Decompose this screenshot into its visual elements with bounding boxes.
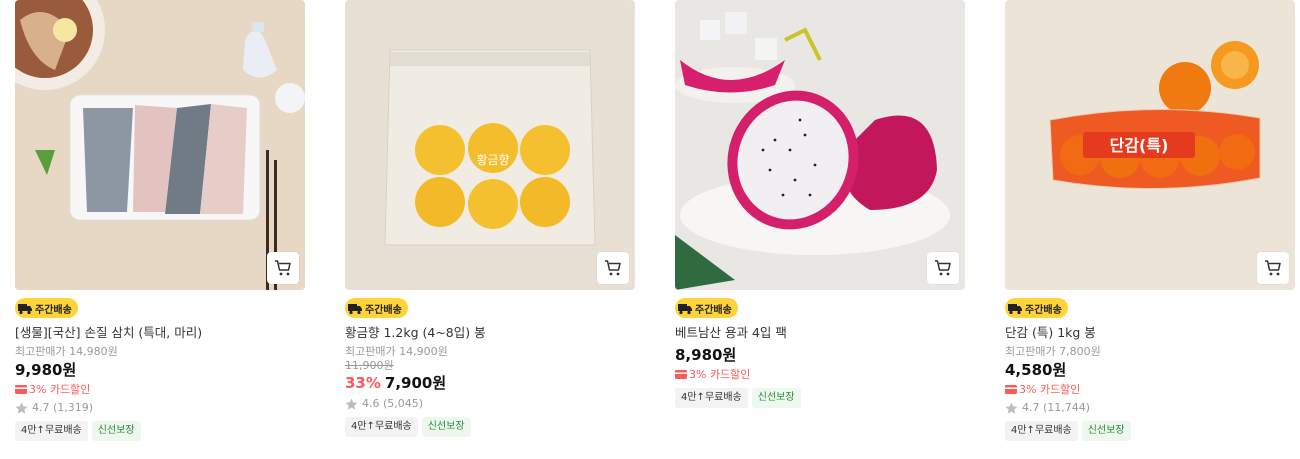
product-card[interactable]: 주간배송 [생물][국산] 손질 삼치 (특대, 마리) 최고판매가 14,98… [15,0,305,441]
free-shipping-tag: 4만↑무료배송 [15,421,88,441]
credit-card-icon [675,370,687,379]
tag-list: 4만↑무료배송 신선보장 [675,388,965,408]
card-discount-label: 3% 카드할인 [689,368,751,381]
original-price: 11,900원 [345,359,394,372]
product-name[interactable]: 베트남산 용과 4입 팩 [675,325,965,341]
product-image[interactable] [675,0,965,290]
bag-label-text: 황금향 [476,153,509,167]
product-photo: 단감(특) [1005,0,1295,290]
weekly-delivery-badge: 주간배송 [1005,298,1068,318]
badge-label: 주간배송 [1025,304,1062,316]
credit-card-icon [1005,385,1017,394]
product-photo [15,0,305,290]
tag-list: 4만↑무료배송 신선보장 [1005,421,1295,441]
fresh-guarantee-tag: 신선보장 [1081,421,1131,441]
badge-label: 주간배송 [365,304,402,316]
truck-icon [348,304,362,315]
product-photo [675,0,965,290]
fresh-guarantee-tag: 신선보장 [91,421,141,441]
product-grid: 주간배송 [생물][국산] 손질 삼치 (특대, 마리) 최고판매가 14,98… [0,0,1300,459]
tag-list: 4만↑무료배송 신선보장 [345,417,635,437]
price: 33% 7,900원 [345,373,635,393]
weekly-delivery-badge: 주간배송 [675,298,738,318]
fresh-guarantee-tag: 신선보장 [751,388,801,408]
cart-icon [935,260,951,276]
star-icon [1005,402,1018,414]
add-to-cart-button[interactable] [267,252,299,284]
rating: 4.7 (1,319) [15,401,305,415]
rating: 4.7 (11,744) [1005,401,1295,415]
product-card[interactable]: 주간배송 베트남산 용과 4입 팩 8,980원 3% 카드할인 4만↑무료배송… [675,0,965,408]
card-discount: 3% 카드할인 [1005,382,1295,397]
sale-price: 8,980원 [675,346,737,364]
weekly-delivery-badge: 주간배송 [15,298,78,318]
add-to-cart-button[interactable] [927,252,959,284]
bag-label-text: 단감(특) [1110,136,1169,155]
card-discount: 3% 카드할인 [675,367,965,382]
reference-price: 최고판매가 14,980원 [15,345,118,358]
price: 9,980원 [15,360,305,380]
truck-icon [18,304,32,315]
card-discount: 3% 카드할인 [15,382,305,397]
product-name[interactable]: [생물][국산] 손질 삼치 (특대, 마리) [15,325,305,341]
sale-price: 4,580원 [1005,361,1067,379]
product-name[interactable]: 단감 (특) 1kg 봉 [1005,325,1295,341]
truck-icon [1008,304,1022,315]
product-name[interactable]: 황금향 1.2kg (4~8입) 봉 [345,325,635,341]
reference-price: 최고판매가 7,800원 [1005,345,1101,358]
star-icon [15,402,28,414]
credit-card-icon [15,385,27,394]
badge-label: 주간배송 [35,304,72,316]
badge-label: 주간배송 [695,304,732,316]
product-card[interactable]: 황금향 주간배송 황금향 1.2kg (4~8입) 봉 최고판매가 14,900… [345,0,635,437]
cart-icon [1265,260,1281,276]
rating: 4.6 (5,045) [345,397,635,411]
discount-rate: 33% [345,374,381,392]
rating-value: 4.6 (5,045) [362,397,424,410]
card-discount-label: 3% 카드할인 [29,383,91,396]
rating-value: 4.7 (1,319) [32,401,94,414]
fresh-guarantee-tag: 신선보장 [421,417,471,437]
free-shipping-tag: 4만↑무료배송 [675,388,748,408]
truck-icon [678,304,692,315]
card-discount-label: 3% 카드할인 [1019,383,1081,396]
price: 8,980원 [675,345,965,365]
product-image[interactable]: 단감(특) [1005,0,1295,290]
product-image[interactable]: 황금향 [345,0,635,290]
cart-icon [605,260,621,276]
tag-list: 4만↑무료배송 신선보장 [15,421,305,441]
star-icon [345,398,358,410]
price: 4,580원 [1005,360,1295,380]
sale-price: 7,900원 [384,374,447,392]
add-to-cart-button[interactable] [597,252,629,284]
reference-price: 최고판매가 14,900원 [345,345,448,358]
rating-value: 4.7 (11,744) [1022,401,1091,414]
product-card[interactable]: 단감(특) 주간배송 단감 (특) 1kg 봉 최고판매가 7,800원 4,5… [1005,0,1295,441]
free-shipping-tag: 4만↑무료배송 [345,417,418,437]
add-to-cart-button[interactable] [1257,252,1289,284]
product-image[interactable] [15,0,305,290]
product-photo: 황금향 [345,0,635,290]
sale-price: 9,980원 [15,361,77,379]
free-shipping-tag: 4만↑무료배송 [1005,421,1078,441]
weekly-delivery-badge: 주간배송 [345,298,408,318]
cart-icon [275,260,291,276]
